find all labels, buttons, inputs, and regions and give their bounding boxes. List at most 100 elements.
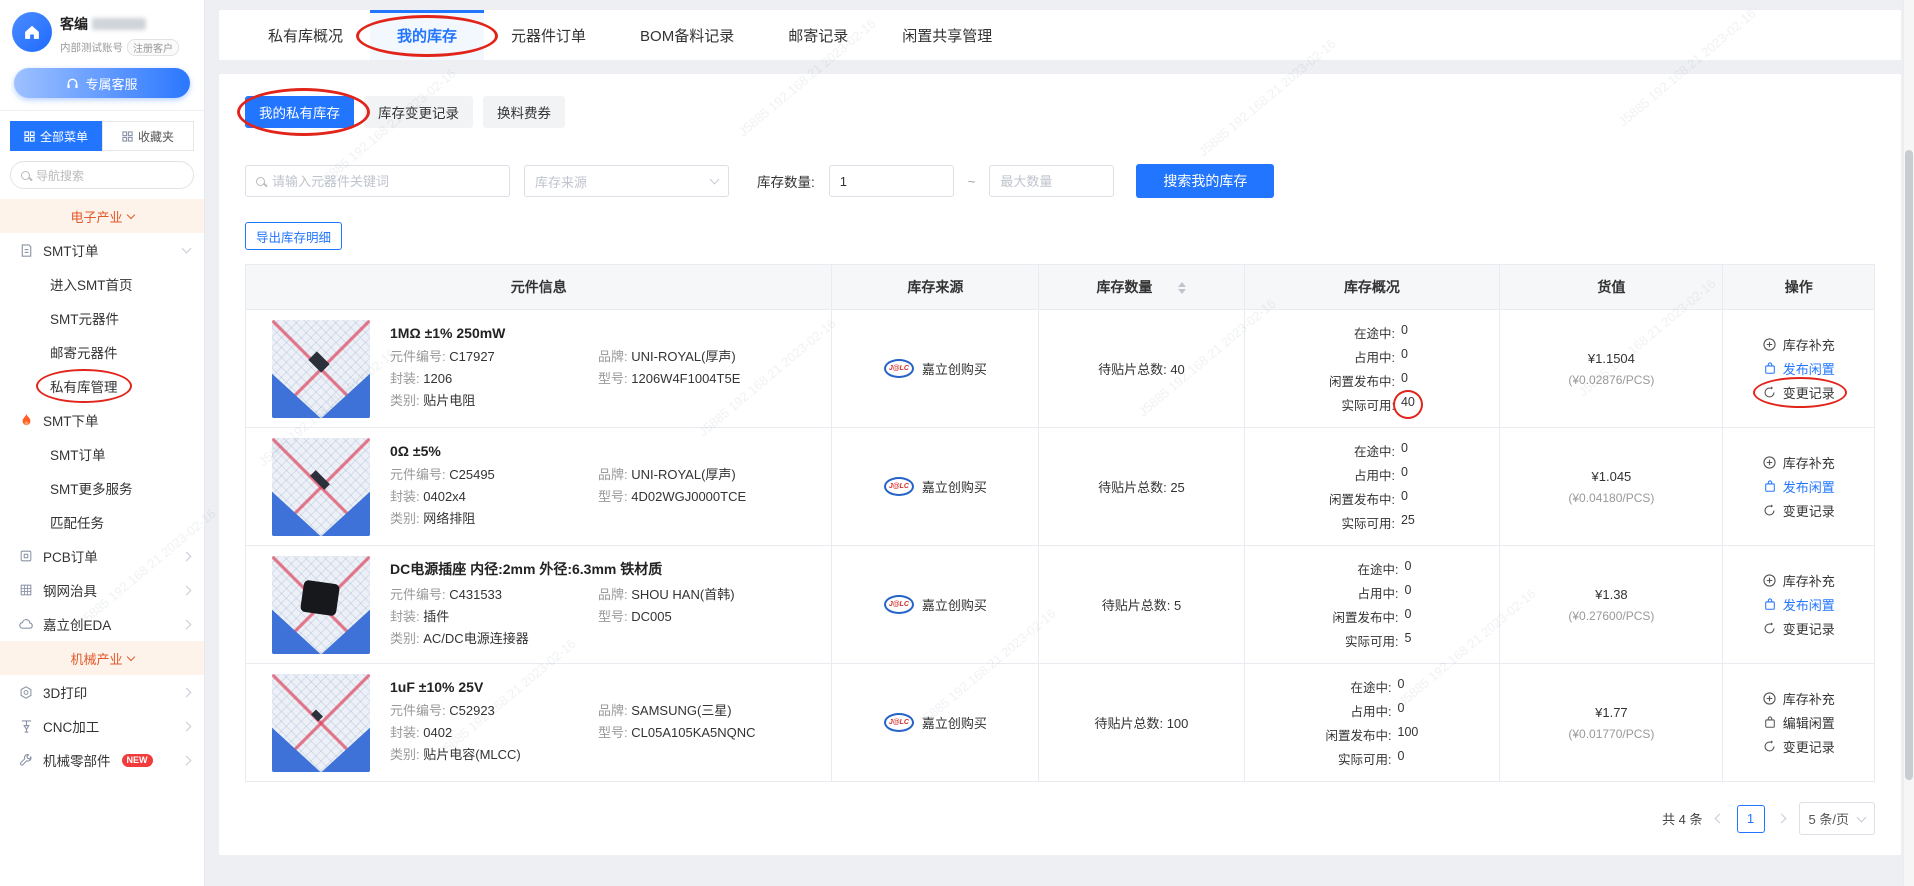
qty-min-field[interactable] [829,165,954,197]
menu-tab-favorites[interactable]: 收藏夹 [102,121,194,151]
sidebar-item-smt-more-services[interactable]: SMT更多服务 [0,471,204,505]
sub-tab-bar: 我的私有库存 库存变更记录 换料费券 [245,96,1875,128]
chevron-right-icon [182,585,192,595]
action-publish-idle[interactable]: 发布闲置 [1763,477,1835,496]
qty-max-input[interactable] [1000,174,1103,189]
menu-tab-all[interactable]: 全部菜单 [10,121,102,151]
part-code: C52923 [449,703,495,718]
jlc-logo-icon: J@LC [884,595,914,614]
sidebar-item-private-library[interactable]: 私有库管理 [0,369,204,403]
sidebar-item-smt-order[interactable]: SMT订单 [0,233,204,267]
headset-icon [66,77,79,90]
unit-value: (¥0.02876/PCS) [1500,373,1722,387]
section-mechanical[interactable]: 机械产业 [0,641,204,675]
inventory-panel: 我的私有库存 库存变更记录 换料费券 库存来源 库存数量: ~ 搜索 [219,74,1901,855]
grid-icon [122,131,133,142]
section-electronics[interactable]: 电子产业 [0,199,204,233]
part-model: CL05A105KA5NQNC [631,725,755,740]
unit-value: (¥0.04180/PCS) [1500,491,1722,505]
tab-private-library-overview[interactable]: 私有库概况 [241,10,370,60]
bag-icon [1763,480,1777,493]
total-value: ¥1.045 [1500,469,1722,484]
scrollbar-track[interactable] [1903,0,1914,886]
part-image[interactable] [272,320,370,418]
tab-bom-records[interactable]: BOM备料记录 [613,10,761,60]
qty-min-input[interactable] [840,174,943,189]
scrollbar-thumb[interactable] [1905,150,1913,780]
chevron-down-icon [1857,812,1867,822]
tab-my-inventory[interactable]: 我的库存 [370,10,484,60]
keyword-input[interactable] [272,174,499,189]
action-publish-idle[interactable]: 发布闲置 [1763,595,1835,614]
sidebar-item-mechanical-parts[interactable]: 机械零部件NEW [0,743,204,777]
sidebar-item-jlc-eda[interactable]: 嘉立创EDA [0,607,204,641]
order-icon [18,243,34,258]
chevron-left-icon [1715,814,1725,824]
divider [0,110,204,111]
sidebar-item-mail-components[interactable]: 邮寄元器件 [0,335,204,369]
sidebar-item-stencil[interactable]: 钢网治具 [0,573,204,607]
subtab-material-vouchers[interactable]: 换料费券 [483,96,565,128]
action-edit-idle[interactable]: 编辑闲置 [1763,713,1835,732]
sidebar-item-pcb-order[interactable]: PCB订单 [0,539,204,573]
pending-qty: 40 [1170,362,1184,377]
chevron-right-icon [182,551,192,561]
subtab-stock-change-records[interactable]: 库存变更记录 [364,96,473,128]
next-page-button[interactable] [1777,806,1787,832]
qty-max-field[interactable] [989,165,1114,197]
action-replenish-stock[interactable]: 库存补充 [1763,571,1835,590]
action-change-records[interactable]: 变更记录 [1763,737,1835,756]
part-package: 0402x4 [423,489,466,504]
user-panel: 客编 内部测试账号 注册客户 [0,0,204,62]
printer3d-icon [18,685,34,700]
part-model: DC005 [631,609,671,624]
tab-mail-records[interactable]: 邮寄记录 [761,10,875,60]
sidebar-item-smt-components[interactable]: SMT元器件 [0,301,204,335]
action-replenish-stock[interactable]: 库存补充 [1763,453,1835,472]
action-replenish-stock[interactable]: 库存补充 [1763,335,1835,354]
page-size-select[interactable]: 5 条/页 [1799,802,1875,835]
stock-source-select[interactable]: 库存来源 [524,165,729,197]
part-title: DC电源插座 内径:2mm 外径:6.3mm 铁材质 [390,559,735,579]
sidebar-item-smt-orders[interactable]: SMT订单 [0,437,204,471]
nav-search-input[interactable]: 导航搜索 [10,161,194,189]
main-content: 私有库概况 我的库存 元器件订单 BOM备料记录 邮寄记录 闲置共享管理 我的私… [205,0,1903,886]
total-value: ¥1.77 [1500,705,1722,720]
user-type-tag: 注册客户 [127,39,179,56]
chevron-down-icon [126,210,134,218]
sidebar-item-smt-home[interactable]: 进入SMT首页 [0,267,204,301]
sidebar-item-match-tasks[interactable]: 匹配任务 [0,505,204,539]
sidebar-item-3d-print[interactable]: 3D打印 [0,675,204,709]
qty-filter-label: 库存数量: [757,171,815,191]
keyword-search-field[interactable] [245,165,510,197]
export-inventory-button[interactable]: 导出库存明细 [245,222,342,250]
sidebar-item-cnc[interactable]: CNC加工 [0,709,204,743]
stock-overview: 在途中:0 占用中:0 闲置发布中:0 实际可用:5 [1332,559,1411,650]
action-change-records[interactable]: 变更记录 [1763,501,1835,520]
part-image[interactable] [272,556,370,654]
part-image[interactable] [272,674,370,772]
col-stock-overview: 库存概况 [1244,265,1500,310]
action-change-records[interactable]: 变更记录 [1763,383,1835,402]
dedicated-service-button[interactable]: 专属客服 [14,68,190,98]
part-image[interactable] [272,438,370,536]
part-title: 1MΩ ±1% 250mW [390,325,740,341]
inventory-table: 元件信息 库存来源 库存数量 库存概况 货值 操作 1MΩ ±1% 250m [245,264,1875,782]
sort-toggle[interactable] [1178,282,1186,294]
total-value: ¥1.1504 [1500,351,1722,366]
tab-idle-share[interactable]: 闲置共享管理 [875,10,1019,60]
action-publish-idle[interactable]: 发布闲置 [1763,359,1835,378]
subtab-my-private-stock[interactable]: 我的私有库存 [245,96,354,128]
refresh-icon [1763,622,1777,635]
action-replenish-stock[interactable]: 库存补充 [1763,689,1835,708]
sidebar-item-smt-place-order[interactable]: SMT下单 [0,403,204,437]
prev-page-button[interactable] [1715,806,1725,832]
tab-component-orders[interactable]: 元器件订单 [484,10,613,60]
part-package: 插件 [423,609,449,624]
pcb-icon [18,549,34,563]
search-inventory-button[interactable]: 搜索我的库存 [1136,164,1274,198]
refresh-icon [1763,504,1777,517]
page-number[interactable]: 1 [1737,805,1765,833]
action-change-records[interactable]: 变更记录 [1763,619,1835,638]
part-category: 网络排阻 [423,511,475,526]
